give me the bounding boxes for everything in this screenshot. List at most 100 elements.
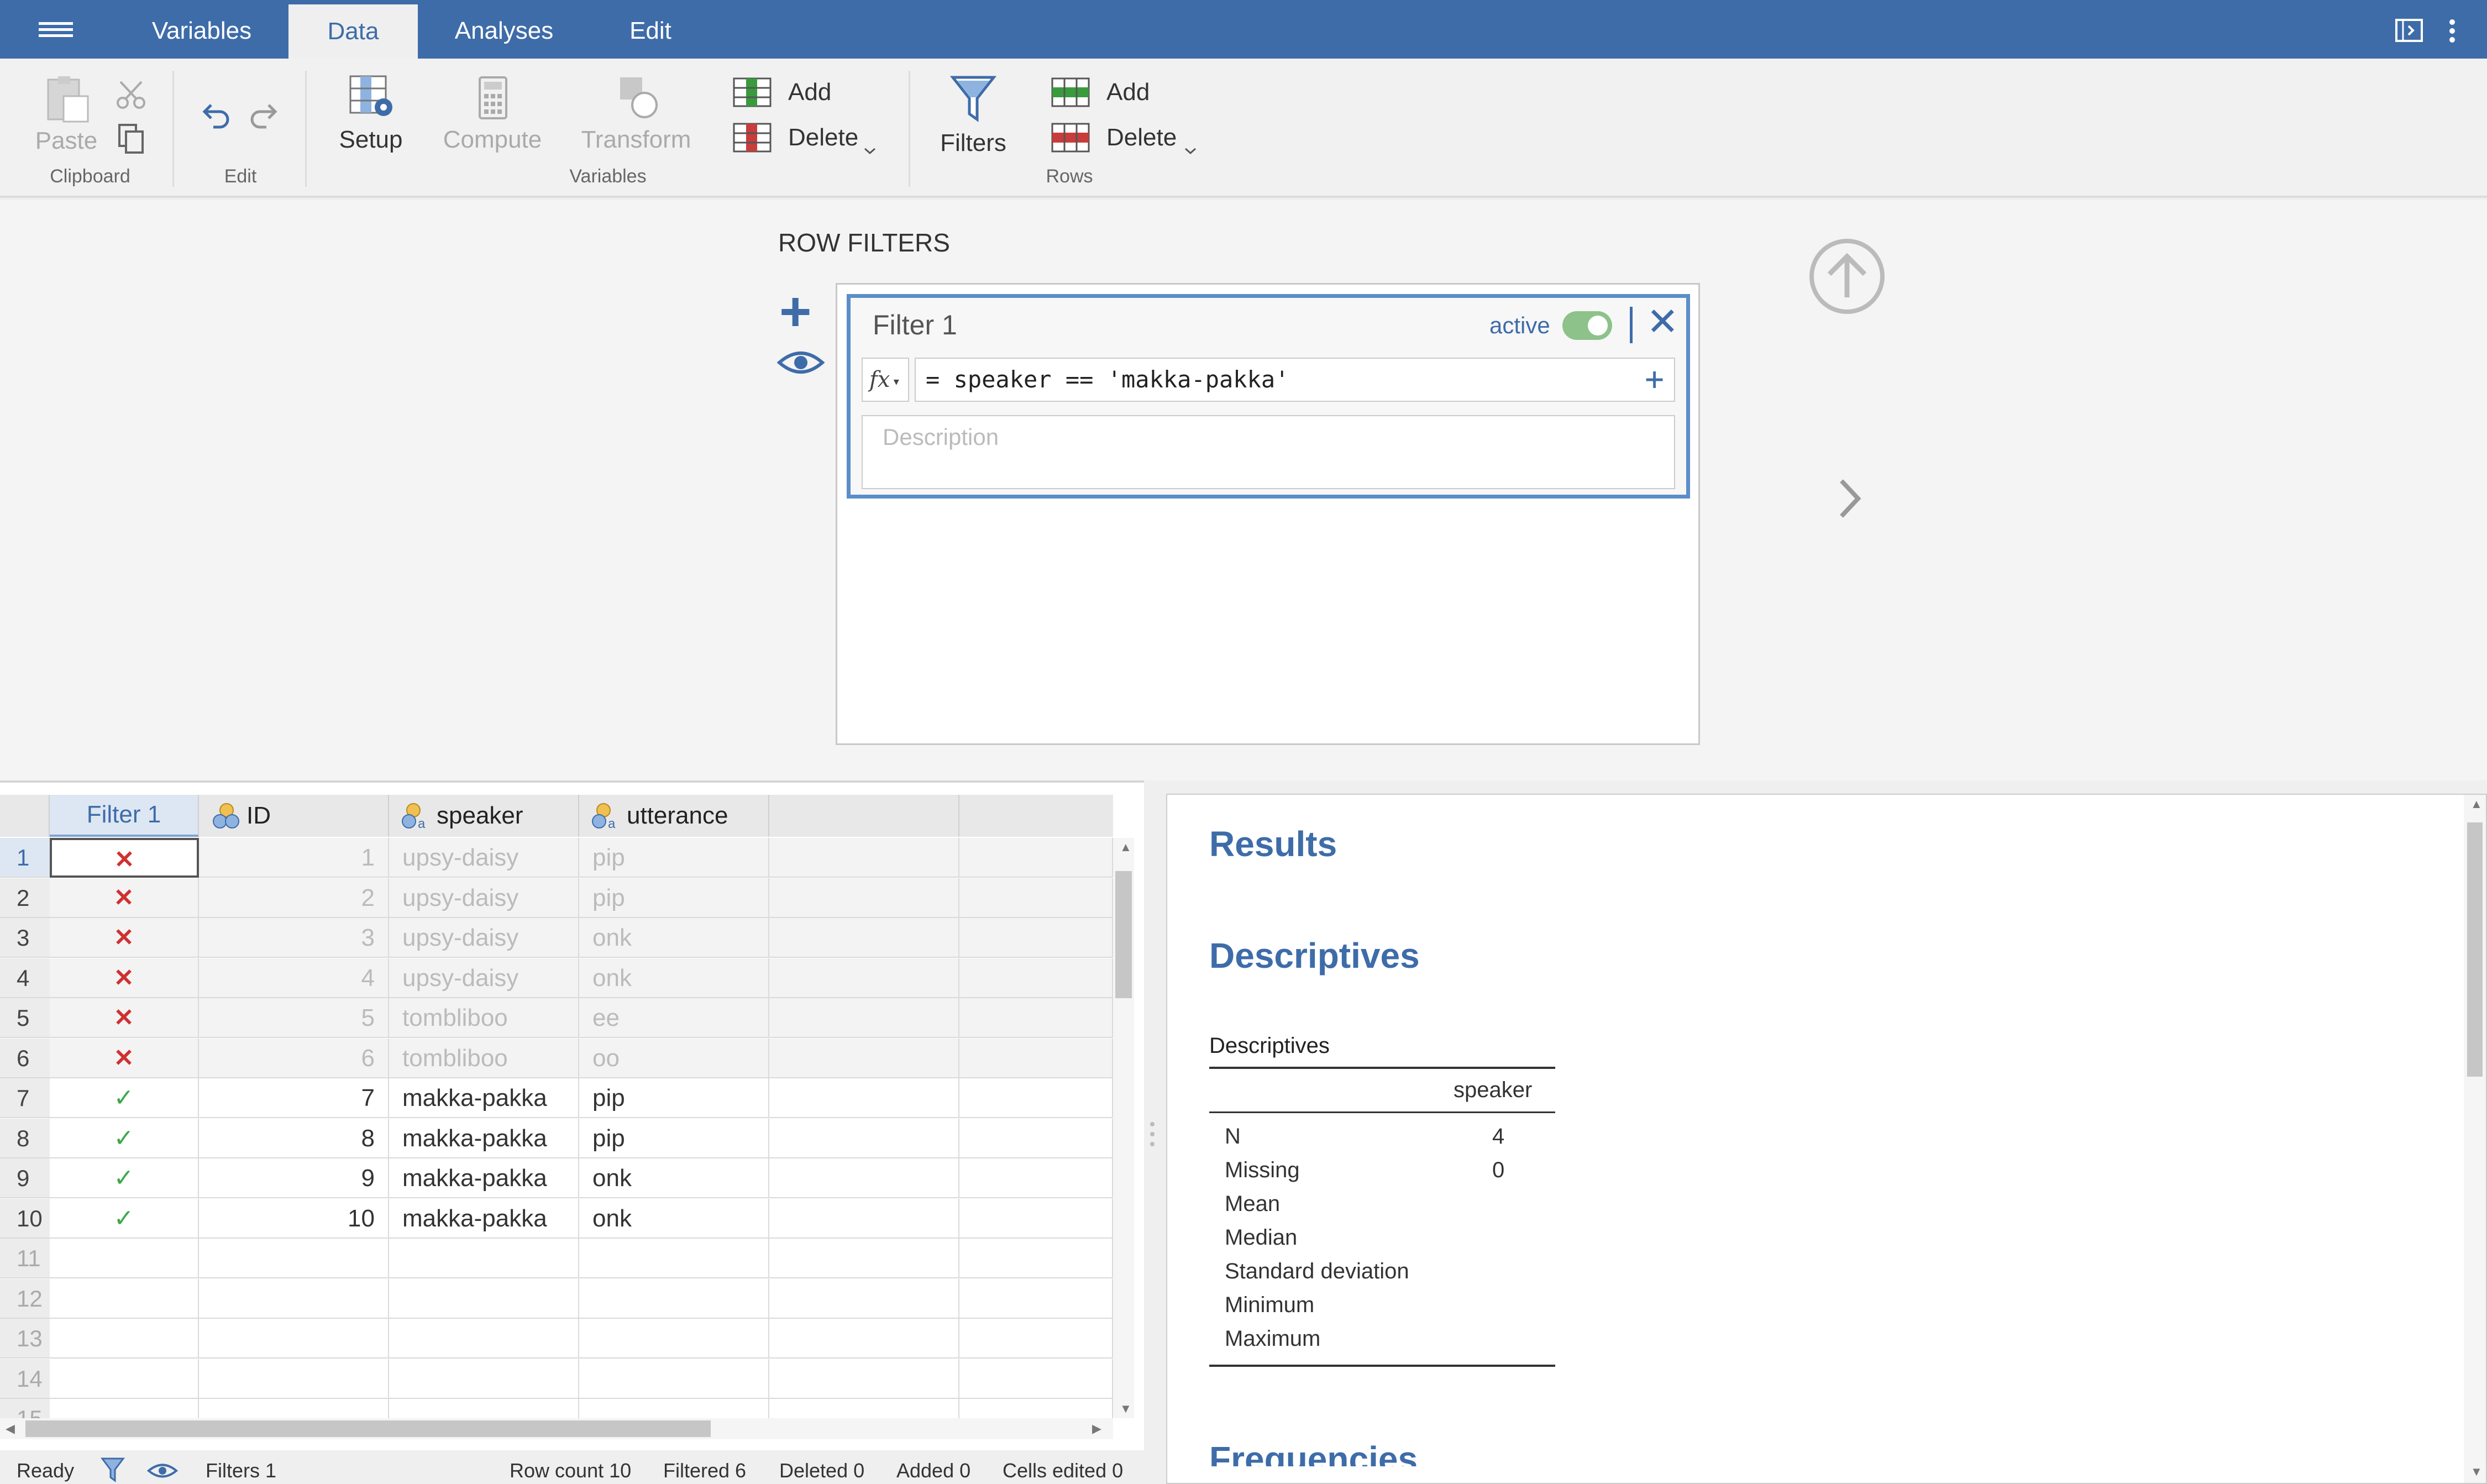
cell-speaker[interactable]: makka-pakka <box>389 1198 579 1239</box>
split-view-icon[interactable] <box>2395 19 2423 42</box>
vertical-scrollbar[interactable]: ▲ ▼ <box>1113 838 1134 1418</box>
filter-formula-input[interactable]: = speaker == 'makka-pakka' + <box>915 358 1675 402</box>
cell-id[interactable]: 1 <box>199 838 389 878</box>
cell-id[interactable] <box>199 1319 389 1359</box>
cell-empty[interactable] <box>959 1158 1113 1198</box>
paste-button[interactable]: Paste <box>33 74 99 155</box>
delete-row-button[interactable]: Delete <box>1051 123 1177 153</box>
cell-id[interactable]: 10 <box>199 1198 389 1239</box>
filter-active-toggle[interactable] <box>1562 311 1612 340</box>
scroll-left-arrow-icon[interactable]: ◀ <box>6 1422 15 1436</box>
cell-utterance[interactable] <box>579 1359 769 1399</box>
cell-empty[interactable] <box>959 838 1113 878</box>
cell-empty[interactable] <box>769 998 959 1038</box>
filter-status-cell[interactable]: ✓ <box>50 1078 199 1118</box>
cut-icon[interactable] <box>115 78 148 112</box>
row-number[interactable]: 3 <box>0 918 50 958</box>
cell-empty[interactable] <box>769 1239 959 1278</box>
filter-status-cell[interactable]: ✕ <box>50 838 199 878</box>
transform-button[interactable]: Transform <box>573 73 700 154</box>
cell-empty[interactable] <box>959 918 1113 958</box>
column-header-id[interactable]: ID <box>199 795 389 837</box>
cell-utterance[interactable]: ee <box>579 998 769 1038</box>
cell-empty[interactable] <box>769 1198 959 1239</box>
cell-id[interactable] <box>199 1239 389 1278</box>
hamburger-menu-icon[interactable] <box>39 22 73 38</box>
cell-utterance[interactable]: onk <box>579 1198 769 1239</box>
cell-empty[interactable] <box>959 1359 1113 1399</box>
cell-id[interactable]: 6 <box>199 1038 389 1078</box>
cell-empty[interactable] <box>769 878 959 918</box>
filter-status-cell[interactable]: ✕ <box>50 918 199 958</box>
cell-speaker[interactable]: tombliboo <box>389 1038 579 1078</box>
add-variable-button[interactable]: Add <box>733 77 831 107</box>
frequencies-heading[interactable]: Frequencies <box>1209 1439 1418 1466</box>
cell-empty[interactable] <box>959 998 1113 1038</box>
remove-filter-close-icon[interactable]: ✕ <box>1646 302 1679 341</box>
filter-description-input[interactable]: Description <box>862 415 1675 489</box>
pane-splitter-handle[interactable] <box>1148 1122 1156 1155</box>
row-number[interactable]: 13 <box>0 1319 50 1359</box>
undo-icon[interactable] <box>200 97 233 130</box>
filter-status-cell[interactable]: ✕ <box>50 1038 199 1078</box>
cell-empty[interactable] <box>769 1319 959 1359</box>
chevron-right-icon[interactable] <box>1836 476 1864 521</box>
column-header-speaker[interactable]: a speaker <box>389 795 579 837</box>
setup-button[interactable]: Setup <box>329 73 412 154</box>
tab-variables[interactable]: Variables <box>133 0 271 59</box>
cell-speaker[interactable]: makka-pakka <box>389 1118 579 1158</box>
add-condition-plus-icon[interactable]: + <box>1645 362 1664 395</box>
collapse-up-arrow-icon[interactable] <box>1808 238 1886 315</box>
descriptives-table[interactable]: speaker N 4 Missing 0 Mean Median Standard dev… <box>1209 1067 1555 1367</box>
cell-utterance[interactable]: onk <box>579 1158 769 1198</box>
cell-empty[interactable] <box>959 1319 1113 1359</box>
cell-utterance[interactable]: onk <box>579 918 769 958</box>
cell-empty[interactable] <box>959 878 1113 918</box>
row-number[interactable]: 9 <box>0 1158 50 1198</box>
cell-empty[interactable] <box>959 1239 1113 1278</box>
cell-speaker[interactable] <box>389 1319 579 1359</box>
cell-empty[interactable] <box>769 958 959 998</box>
cell-empty[interactable] <box>769 1278 959 1319</box>
cell-utterance[interactable]: pip <box>579 838 769 878</box>
cell-speaker[interactable]: upsy-daisy <box>389 918 579 958</box>
cell-id[interactable]: 9 <box>199 1158 389 1198</box>
cell-empty[interactable] <box>769 918 959 958</box>
cell-utterance[interactable] <box>579 1319 769 1359</box>
row-number[interactable]: 10 <box>0 1198 50 1239</box>
column-header-empty[interactable] <box>959 795 1113 837</box>
cell-speaker[interactable]: upsy-daisy <box>389 878 579 918</box>
scroll-down-arrow-icon[interactable]: ▼ <box>2470 1465 2483 1479</box>
filter-status-cell[interactable]: ✕ <box>50 998 199 1038</box>
eye-icon[interactable] <box>777 347 825 378</box>
cell-id[interactable] <box>199 1359 389 1399</box>
row-number[interactable]: 7 <box>0 1078 50 1118</box>
cell-id[interactable]: 5 <box>199 998 389 1038</box>
filter-funnel-icon[interactable] <box>101 1457 125 1483</box>
cell-empty[interactable] <box>769 1038 959 1078</box>
tab-analyses[interactable]: Analyses <box>437 0 571 59</box>
cell-empty[interactable] <box>769 1359 959 1399</box>
row-number[interactable]: 14 <box>0 1359 50 1399</box>
filters-button[interactable]: Filters <box>932 73 1015 157</box>
filter-status-cell[interactable] <box>50 1278 199 1319</box>
cell-speaker[interactable] <box>389 1239 579 1278</box>
row-number[interactable]: 8 <box>0 1118 50 1158</box>
cell-id[interactable] <box>199 1278 389 1319</box>
scroll-right-arrow-icon[interactable]: ▶ <box>1092 1422 1101 1436</box>
cell-utterance[interactable]: pip <box>579 878 769 918</box>
row-number[interactable]: 6 <box>0 1038 50 1078</box>
filter-status-cell[interactable] <box>50 1239 199 1278</box>
results-vertical-scrollbar[interactable]: ▲ ▼ <box>2464 795 2486 1483</box>
filter-status-cell[interactable]: ✕ <box>50 958 199 998</box>
add-filter-plus-icon[interactable]: + <box>779 284 811 339</box>
cell-speaker[interactable]: makka-pakka <box>389 1078 579 1118</box>
cell-utterance[interactable]: pip <box>579 1078 769 1118</box>
row-number[interactable]: 2 <box>0 878 50 918</box>
function-fx-icon[interactable]: fx ▾ <box>862 358 909 402</box>
cell-empty[interactable] <box>769 1158 959 1198</box>
filter-status-cell[interactable] <box>50 1359 199 1399</box>
filter-status-cell[interactable]: ✕ <box>50 878 199 918</box>
cell-speaker[interactable]: upsy-daisy <box>389 838 579 878</box>
tab-data[interactable]: Data <box>288 4 418 59</box>
